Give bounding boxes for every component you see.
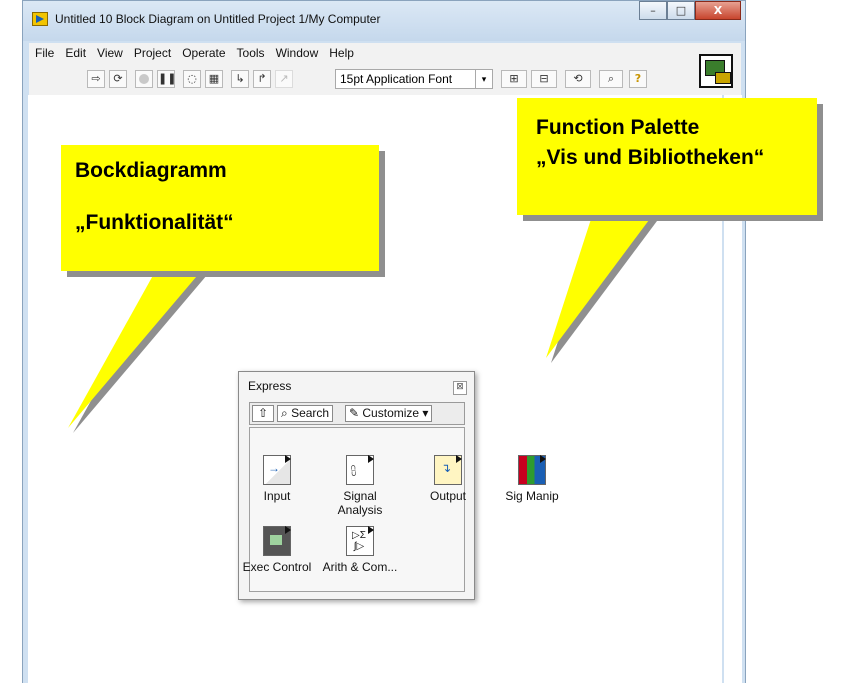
- customize-button[interactable]: ✎ Customize ▾: [345, 405, 433, 422]
- output-icon: ↴: [434, 455, 462, 485]
- arith-comparison-icon: ▷Σ ∫▷: [346, 526, 374, 556]
- palette-item-input[interactable]: → Input: [237, 455, 317, 503]
- palette-item-signal-analysis[interactable]: ⩉ Signal Analysis: [320, 455, 400, 517]
- functions-palette: Express ⊠ ⇧ ⌕ Search ✎ Customize ▾ → Inp…: [238, 371, 559, 600]
- palette-title: Express: [248, 379, 292, 393]
- palette-items: → Input ⩉ Signal Analysis ↴ Output Sig M…: [243, 427, 559, 592]
- callout-function-palette: Function Palette „Vis und Bibliotheken“: [517, 98, 817, 215]
- callout-left-line2: „Funktionalität“: [75, 211, 234, 234]
- up-arrow-icon[interactable]: ⇧: [252, 405, 274, 422]
- palette-item-arith-comparison[interactable]: ▷Σ ∫▷ Arith & Com...: [320, 526, 400, 574]
- palette-item-exec-control[interactable]: Exec Control: [237, 526, 317, 574]
- callout-left-line1: Bockdiagramm: [75, 159, 227, 182]
- palette-item-sig-manip-visible[interactable]: Sig Manip: [492, 455, 572, 503]
- search-button[interactable]: ⌕ Search: [277, 405, 334, 422]
- close-icon[interactable]: ⊠: [453, 381, 467, 395]
- callout-right-line2: „Vis und Bibliotheken“: [536, 146, 765, 169]
- callout-block-diagram: Bockdiagramm „Funktionalität“: [61, 145, 379, 271]
- callout-right-line1: Function Palette: [536, 116, 700, 139]
- exec-control-icon: [263, 526, 291, 556]
- input-icon: →: [263, 455, 291, 485]
- palette-item-output[interactable]: ↴ Output: [408, 455, 488, 503]
- sig-manip-icon: [518, 455, 546, 485]
- signal-analysis-icon: ⩉: [346, 455, 374, 485]
- palette-toolbar: ⇧ ⌕ Search ✎ Customize ▾: [249, 402, 465, 425]
